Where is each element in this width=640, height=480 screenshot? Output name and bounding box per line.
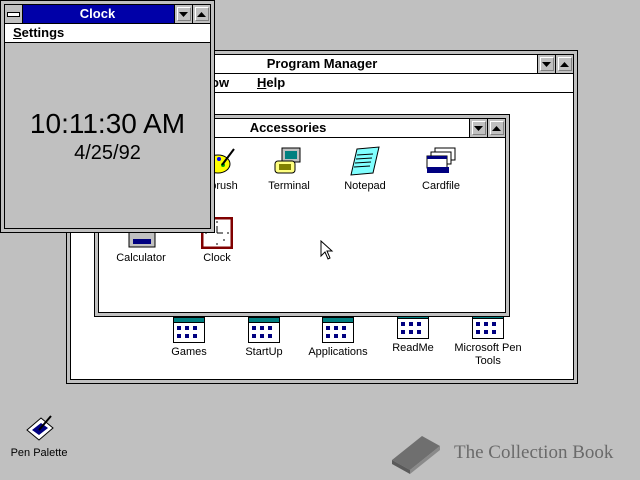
group-microsoft-pen-tools[interactable]: Microsoft Pen Tools <box>446 313 530 368</box>
pen-palette-icon <box>26 415 54 441</box>
minimize-button[interactable] <box>537 55 555 73</box>
watermark-text: The Collection Book <box>454 442 614 463</box>
down-arrow-icon <box>179 11 188 17</box>
minimize-button[interactable] <box>469 119 487 137</box>
clock-time: 10:11:30 AM <box>29 108 186 139</box>
maximize-button[interactable] <box>555 55 573 73</box>
app-notepad[interactable]: Notepad <box>335 145 395 193</box>
clock-date: 4/25/92 <box>74 142 141 164</box>
system-menu-icon <box>7 11 20 17</box>
minimize-button[interactable] <box>174 5 192 23</box>
up-arrow-icon <box>560 61 569 67</box>
menu-settings[interactable]: Settings <box>13 24 64 42</box>
clock-titlebar[interactable]: Clock <box>5 5 210 24</box>
group-startup[interactable]: StartUp <box>234 317 294 359</box>
app-terminal[interactable]: Terminal <box>259 145 319 193</box>
group-applications[interactable]: Applications <box>303 317 373 359</box>
menu-help[interactable]: Help <box>257 74 285 92</box>
down-arrow-icon <box>542 61 551 67</box>
cardfile-icon <box>426 147 456 173</box>
terminal-icon <box>274 147 301 174</box>
watermark: The Collection Book <box>388 430 628 476</box>
up-arrow-icon <box>197 11 206 17</box>
program-group-icon <box>322 317 354 343</box>
group-games[interactable]: Games <box>159 317 219 359</box>
notepad-icon <box>350 146 380 176</box>
program-group-icon <box>173 317 205 343</box>
system-menu-button[interactable] <box>5 5 23 23</box>
up-arrow-icon <box>492 125 501 131</box>
app-cardfile[interactable]: Cardfile <box>411 145 471 193</box>
mouse-pointer-icon <box>320 240 334 260</box>
program-group-icon <box>248 317 280 343</box>
book-icon <box>392 436 440 474</box>
maximize-button[interactable] <box>487 119 505 137</box>
clock-menubar: Settings <box>5 24 210 43</box>
clock-window[interactable]: Clock Settings 10:11:30 AM 4/25/92 <box>0 0 215 233</box>
down-arrow-icon <box>474 125 483 131</box>
clock-title: Clock <box>79 6 116 21</box>
group-readme[interactable]: ReadMe <box>383 313 443 355</box>
accessories-title: Accessories <box>249 120 327 135</box>
maximize-button[interactable] <box>192 5 210 23</box>
desktop-pen-palette[interactable]: Pen Palette <box>6 414 72 460</box>
program-manager-title: Program Manager <box>266 56 378 71</box>
